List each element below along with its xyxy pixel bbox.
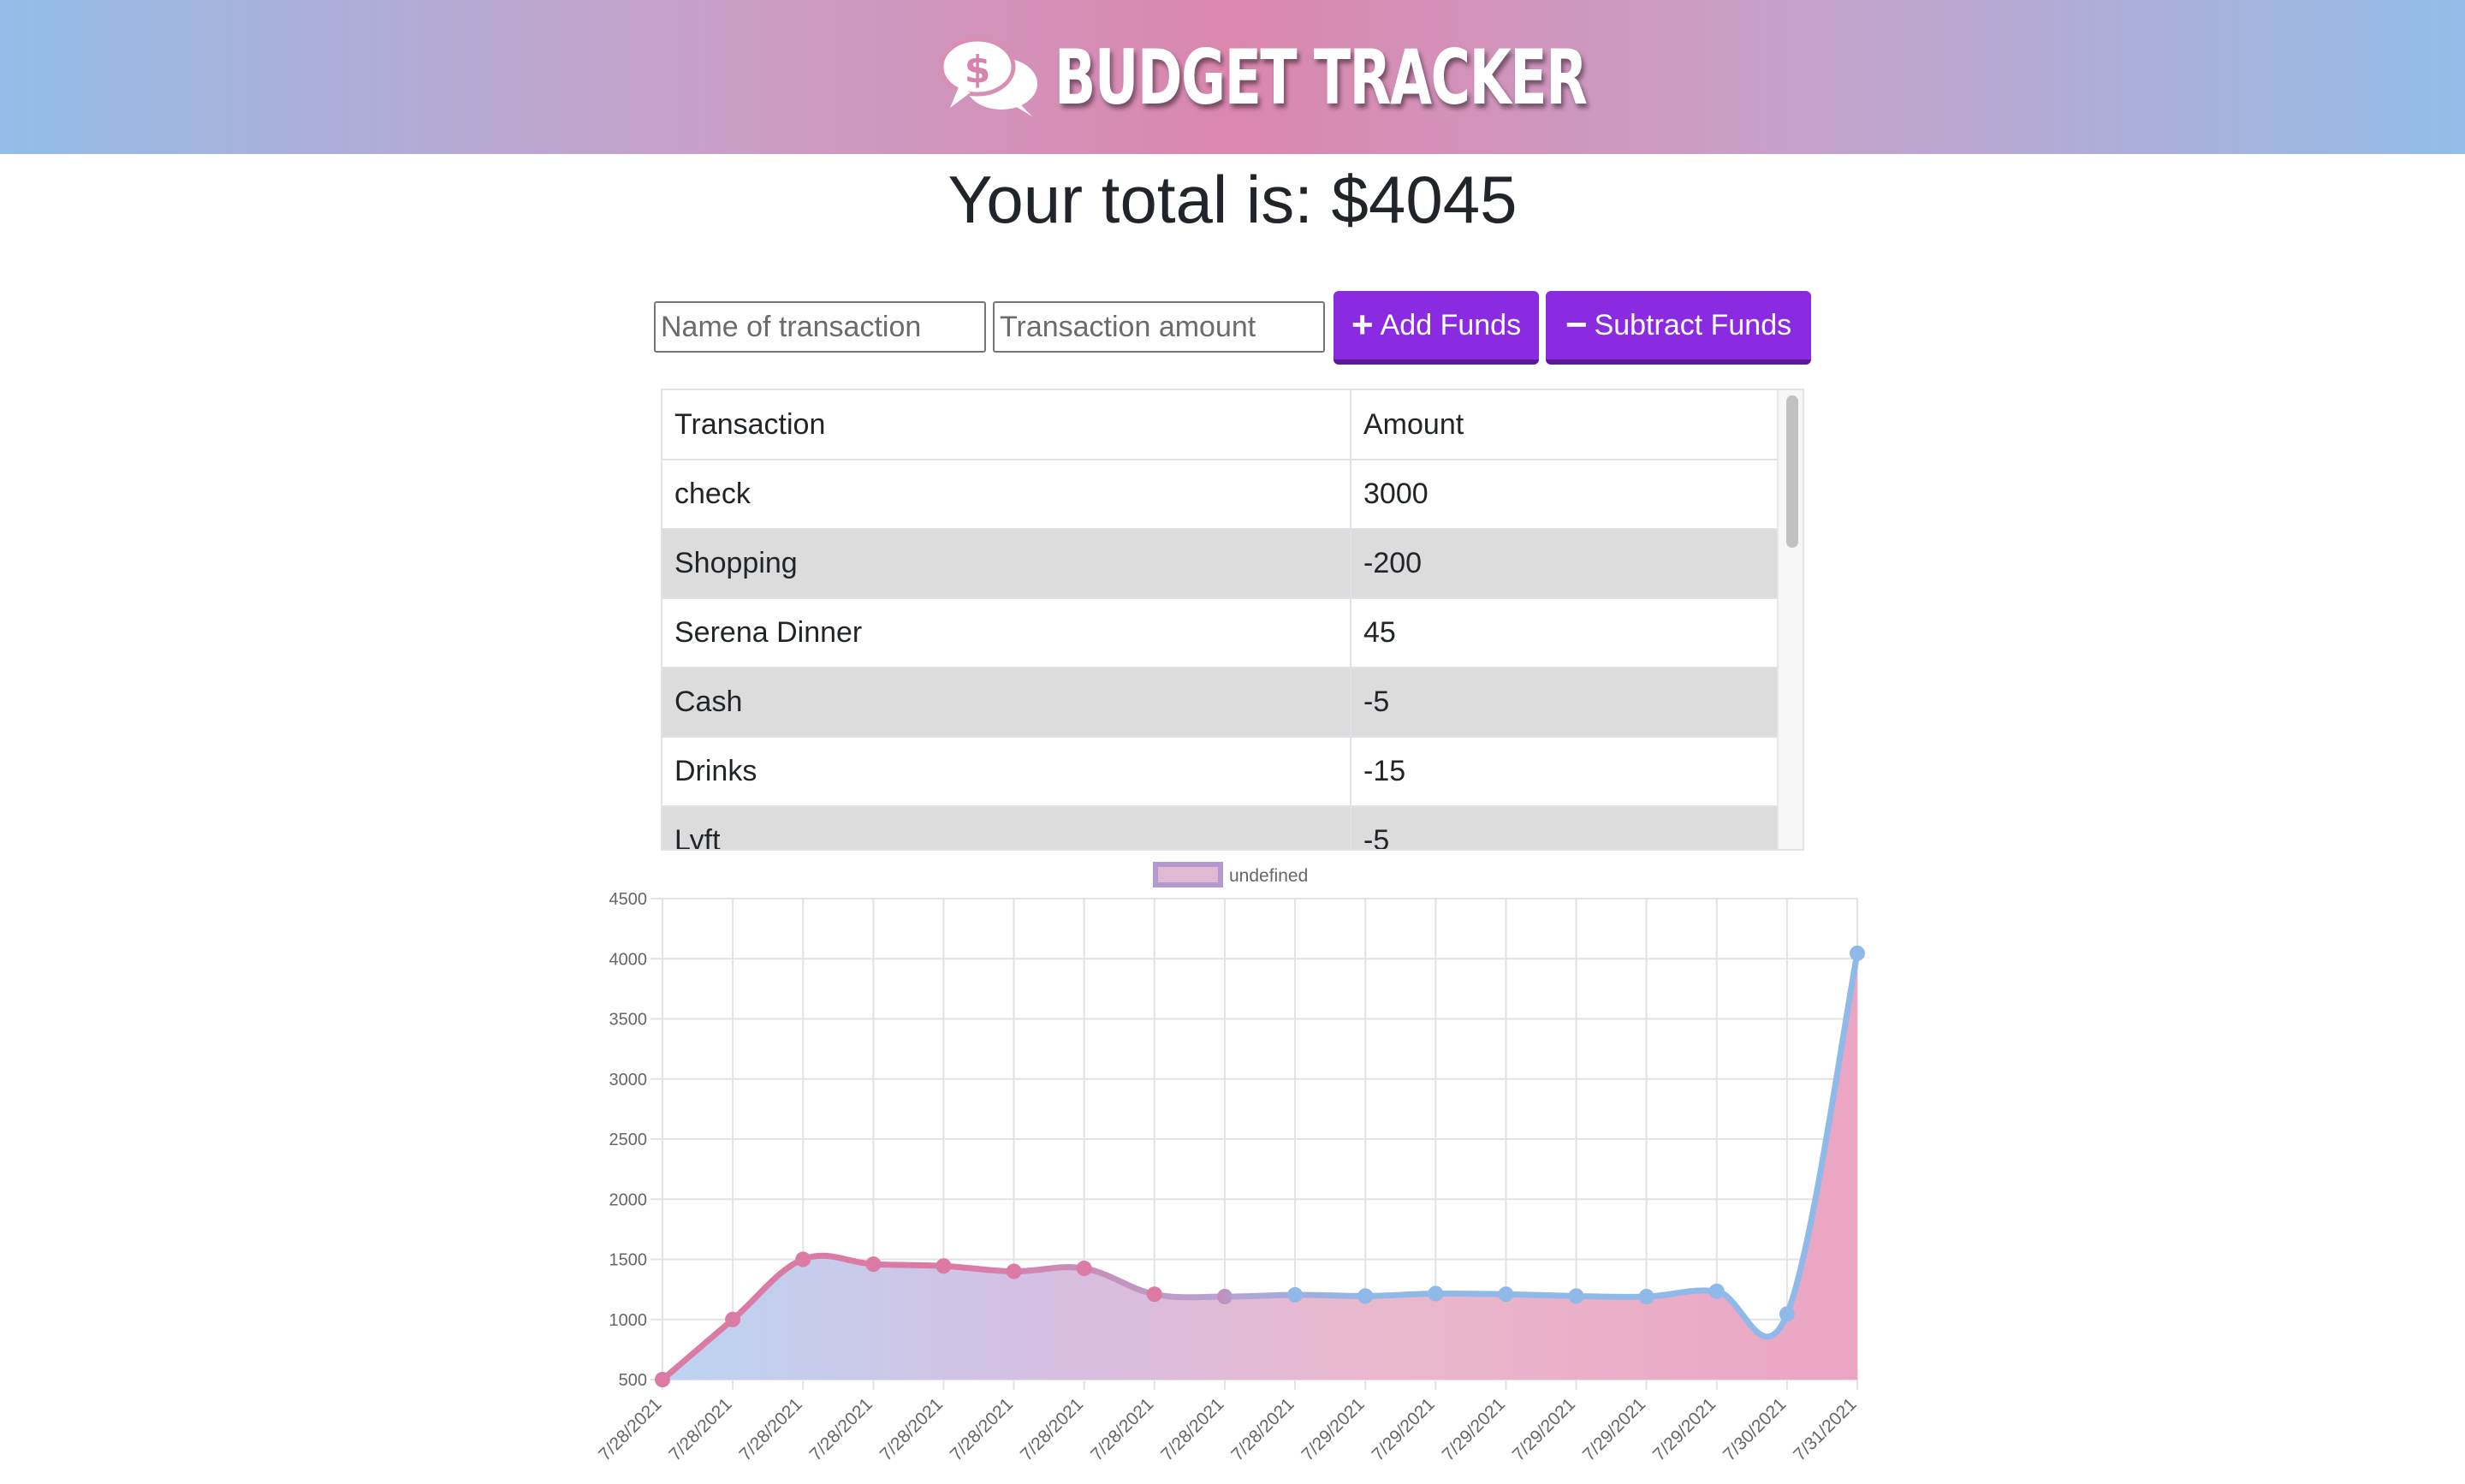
transactions-table-container[interactable]: Transaction Amount check 3000 Shopping -… xyxy=(661,389,1804,851)
balance-chart: undefined 500 1000 1500 2000 2500 3000 3500 4000… xyxy=(595,862,1865,1465)
table-row: Shopping -200 xyxy=(662,529,1779,599)
table-scrollbar[interactable] xyxy=(1777,390,1803,849)
column-header-transaction: Transaction xyxy=(662,390,1351,460)
data-point xyxy=(1216,1289,1232,1305)
transaction-name-cell: check xyxy=(662,460,1351,530)
data-point xyxy=(655,1372,670,1387)
transaction-amount-cell: -5 xyxy=(1351,806,1779,849)
x-tick-label: 7/28/2021 xyxy=(806,1394,876,1464)
table-header-row: Transaction Amount xyxy=(662,390,1779,460)
data-point xyxy=(1498,1286,1514,1303)
transaction-amount-cell: -15 xyxy=(1351,737,1779,807)
data-point xyxy=(795,1251,811,1267)
svg-text:$: $ xyxy=(965,48,991,92)
transaction-name-cell: Drinks xyxy=(662,737,1351,807)
data-point xyxy=(1076,1261,1092,1277)
money-chat-bubbles-icon: $ xyxy=(940,37,1037,116)
series-area xyxy=(662,953,1857,1380)
subtract-funds-button[interactable]: − Subtract Funds xyxy=(1546,291,1811,365)
x-tick-label: 7/31/2021 xyxy=(1790,1394,1860,1464)
data-point xyxy=(936,1258,952,1274)
x-tick-label: 7/29/2021 xyxy=(1509,1394,1579,1464)
subtract-funds-label: Subtract Funds xyxy=(1594,308,1792,341)
data-point xyxy=(1287,1286,1304,1303)
x-tick-label: 7/28/2021 xyxy=(595,1394,665,1464)
x-tick-label: 7/28/2021 xyxy=(876,1394,947,1464)
column-header-amount: Amount xyxy=(1351,390,1779,460)
x-tick-label: 7/29/2021 xyxy=(1579,1394,1649,1464)
transaction-amount-cell: 3000 xyxy=(1351,460,1779,530)
legend-label: undefined xyxy=(1229,866,1308,886)
brand: $ BUDGET TRACKER xyxy=(940,19,1793,135)
y-tick-label: 2500 xyxy=(609,1131,648,1149)
x-tick-label: 7/29/2021 xyxy=(1439,1394,1509,1464)
y-tick-label: 3500 xyxy=(609,1011,648,1030)
add-funds-label: Add Funds xyxy=(1380,308,1522,341)
y-tick-label: 1500 xyxy=(609,1251,648,1270)
data-point xyxy=(1708,1283,1725,1299)
data-point xyxy=(1428,1285,1444,1302)
app-header: $ BUDGET TRACKER xyxy=(0,0,2465,154)
table-row: Lyft -5 xyxy=(662,806,1779,849)
data-point xyxy=(1146,1286,1162,1303)
transaction-amount-cell: -5 xyxy=(1351,668,1779,738)
x-tick-label: 7/28/2021 xyxy=(1087,1394,1157,1464)
x-tick-label: 7/28/2021 xyxy=(1157,1394,1227,1464)
transactions-table: Transaction Amount check 3000 Shopping -… xyxy=(662,390,1779,849)
data-point xyxy=(1357,1288,1374,1304)
app-title: BUDGET TRACKER xyxy=(1054,33,1588,122)
transaction-amount-cell: -200 xyxy=(1351,529,1779,599)
data-point xyxy=(865,1256,882,1273)
table-row: Serena Dinner 45 xyxy=(662,598,1779,668)
transaction-amount-cell: 45 xyxy=(1351,598,1779,668)
total-display: Your total is: $4045 xyxy=(947,162,1518,237)
table-row: Drinks -15 xyxy=(662,737,1779,807)
legend-swatch xyxy=(1153,862,1223,887)
data-point xyxy=(725,1311,741,1327)
x-tick-label: 7/28/2021 xyxy=(735,1394,805,1464)
x-tick-label: 7/28/2021 xyxy=(665,1394,735,1464)
add-funds-button[interactable]: + Add Funds xyxy=(1333,291,1539,365)
transaction-name-cell: Shopping xyxy=(662,529,1351,599)
y-tick-label: 2000 xyxy=(609,1190,648,1209)
data-point xyxy=(1850,945,1865,961)
y-tick-label: 4500 xyxy=(609,890,648,909)
x-tick-label: 7/30/2021 xyxy=(1720,1394,1790,1464)
transaction-name-input[interactable] xyxy=(654,301,986,353)
plus-icon: + xyxy=(1351,304,1374,346)
y-tick-label: 3000 xyxy=(609,1071,648,1089)
data-point xyxy=(1568,1288,1584,1304)
scrollbar-thumb[interactable] xyxy=(1786,395,1798,548)
x-tick-label: 7/29/2021 xyxy=(1368,1394,1438,1464)
transaction-amount-input[interactable] xyxy=(993,301,1325,353)
minus-icon: − xyxy=(1565,304,1588,346)
data-point xyxy=(1779,1306,1795,1322)
x-tick-label: 7/29/2021 xyxy=(1649,1394,1720,1464)
transaction-name-cell: Lyft xyxy=(662,806,1351,849)
x-tick-label: 7/28/2021 xyxy=(1017,1394,1087,1464)
y-tick-label: 500 xyxy=(619,1371,647,1390)
data-point xyxy=(1006,1263,1022,1279)
y-tick-label: 4000 xyxy=(609,950,648,969)
table-row: check 3000 xyxy=(662,460,1779,530)
y-tick-label: 1000 xyxy=(609,1311,648,1330)
data-point xyxy=(1638,1289,1654,1305)
transaction-name-cell: Serena Dinner xyxy=(662,598,1351,668)
x-tick-label: 7/28/2021 xyxy=(947,1394,1017,1464)
transaction-name-cell: Cash xyxy=(662,668,1351,738)
x-tick-label: 7/29/2021 xyxy=(1298,1394,1368,1464)
x-tick-label: 7/28/2021 xyxy=(1227,1394,1298,1464)
table-row: Cash -5 xyxy=(662,668,1779,738)
